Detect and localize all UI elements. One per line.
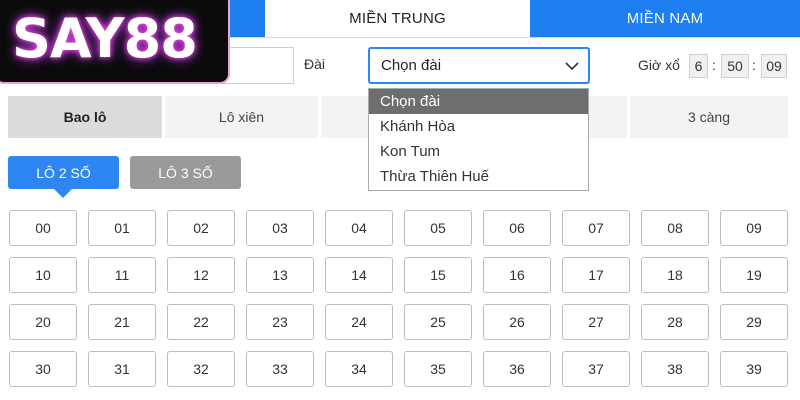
bet-tab-label: 3 càng [687, 109, 731, 125]
dropdown-option[interactable]: Thừa Thiên Huế [369, 164, 588, 189]
number-button[interactable]: 26 [483, 304, 551, 340]
number-button[interactable]: 33 [246, 351, 314, 387]
draw-time-hours: 6 [689, 54, 708, 78]
number-button[interactable]: 16 [483, 257, 551, 293]
number-button[interactable]: 35 [404, 351, 472, 387]
number-button[interactable]: 20 [9, 304, 77, 340]
number-button[interactable]: 37 [562, 351, 630, 387]
number-grid: 00 01 02 03 04 05 06 07 08 09 10 11 12 13 14 15 16 17 18 19… [9, 210, 789, 387]
number-button[interactable]: 11 [88, 257, 156, 293]
bet-tab-label: Bao lô [63, 109, 107, 125]
number-button[interactable]: 01 [88, 210, 156, 246]
draw-time-minutes: 50 [721, 54, 749, 78]
tab-label: MIỀN TRUNG [349, 9, 446, 27]
number-button[interactable]: 24 [325, 304, 393, 340]
number-button[interactable]: 13 [246, 257, 314, 293]
time-separator: : [712, 57, 716, 73]
number-button[interactable]: 31 [88, 351, 156, 387]
number-button[interactable]: 29 [720, 304, 788, 340]
number-button[interactable]: 02 [167, 210, 235, 246]
dropdown-option[interactable]: Khánh Hòa [369, 114, 588, 139]
bet-tab-label: Lô xiên [218, 109, 265, 125]
tab-mien-trung[interactable]: MIỀN TRUNG [265, 0, 530, 37]
draw-time-label: Giờ xổ [638, 57, 680, 73]
time-separator: : [752, 57, 756, 73]
number-button[interactable]: 09 [720, 210, 788, 246]
number-button[interactable]: 23 [246, 304, 314, 340]
number-button[interactable]: 36 [483, 351, 551, 387]
number-button[interactable]: 04 [325, 210, 393, 246]
number-button[interactable]: 34 [325, 351, 393, 387]
number-button[interactable]: 10 [9, 257, 77, 293]
dai-label: Đài [304, 56, 326, 72]
bet-tab-3-cang[interactable]: 3 càng [630, 96, 788, 138]
number-button[interactable]: 14 [325, 257, 393, 293]
bet-tab-bao-lo[interactable]: Bao lô [8, 96, 162, 138]
number-button[interactable]: 07 [562, 210, 630, 246]
number-button[interactable]: 06 [483, 210, 551, 246]
select-value: Chọn đài [381, 57, 442, 74]
number-button[interactable]: 17 [562, 257, 630, 293]
lo-3-so-button[interactable]: LÔ 3 SỐ [130, 156, 241, 189]
number-button[interactable]: 08 [641, 210, 709, 246]
number-button[interactable]: 39 [720, 351, 788, 387]
number-button[interactable]: 00 [9, 210, 77, 246]
number-button[interactable]: 30 [9, 351, 77, 387]
dropdown-option[interactable]: Kon Tum [369, 139, 588, 164]
number-button[interactable]: 32 [167, 351, 235, 387]
number-button[interactable]: 18 [641, 257, 709, 293]
draw-time-seconds: 09 [761, 54, 787, 78]
lo-2-so-button[interactable]: LÔ 2 SỐ [8, 156, 119, 189]
bet-tab-lo-xien[interactable]: Lô xiên [165, 96, 318, 138]
say88-logo: SAY88 [0, 0, 230, 84]
number-button[interactable]: 19 [720, 257, 788, 293]
tab-label: MIỀN NAM [626, 10, 704, 27]
number-button[interactable]: 22 [167, 304, 235, 340]
station-select[interactable]: Chọn đài [368, 47, 590, 84]
number-button[interactable]: 03 [246, 210, 314, 246]
number-button[interactable]: 15 [404, 257, 472, 293]
number-button[interactable]: 38 [641, 351, 709, 387]
number-button[interactable]: 25 [404, 304, 472, 340]
chevron-down-icon [565, 62, 579, 71]
number-button[interactable]: 12 [167, 257, 235, 293]
active-tab-pointer [54, 189, 72, 198]
dropdown-option[interactable]: Chọn đài [369, 89, 588, 114]
station-dropdown-list: Chọn đài Khánh Hòa Kon Tum Thừa Thiên Hu… [368, 88, 589, 191]
number-button[interactable]: 27 [562, 304, 630, 340]
number-button[interactable]: 21 [88, 304, 156, 340]
number-button[interactable]: 05 [404, 210, 472, 246]
logo-text: SAY88 [12, 6, 198, 70]
number-button[interactable]: 28 [641, 304, 709, 340]
tab-mien-nam[interactable]: MIỀN NAM [530, 0, 800, 37]
